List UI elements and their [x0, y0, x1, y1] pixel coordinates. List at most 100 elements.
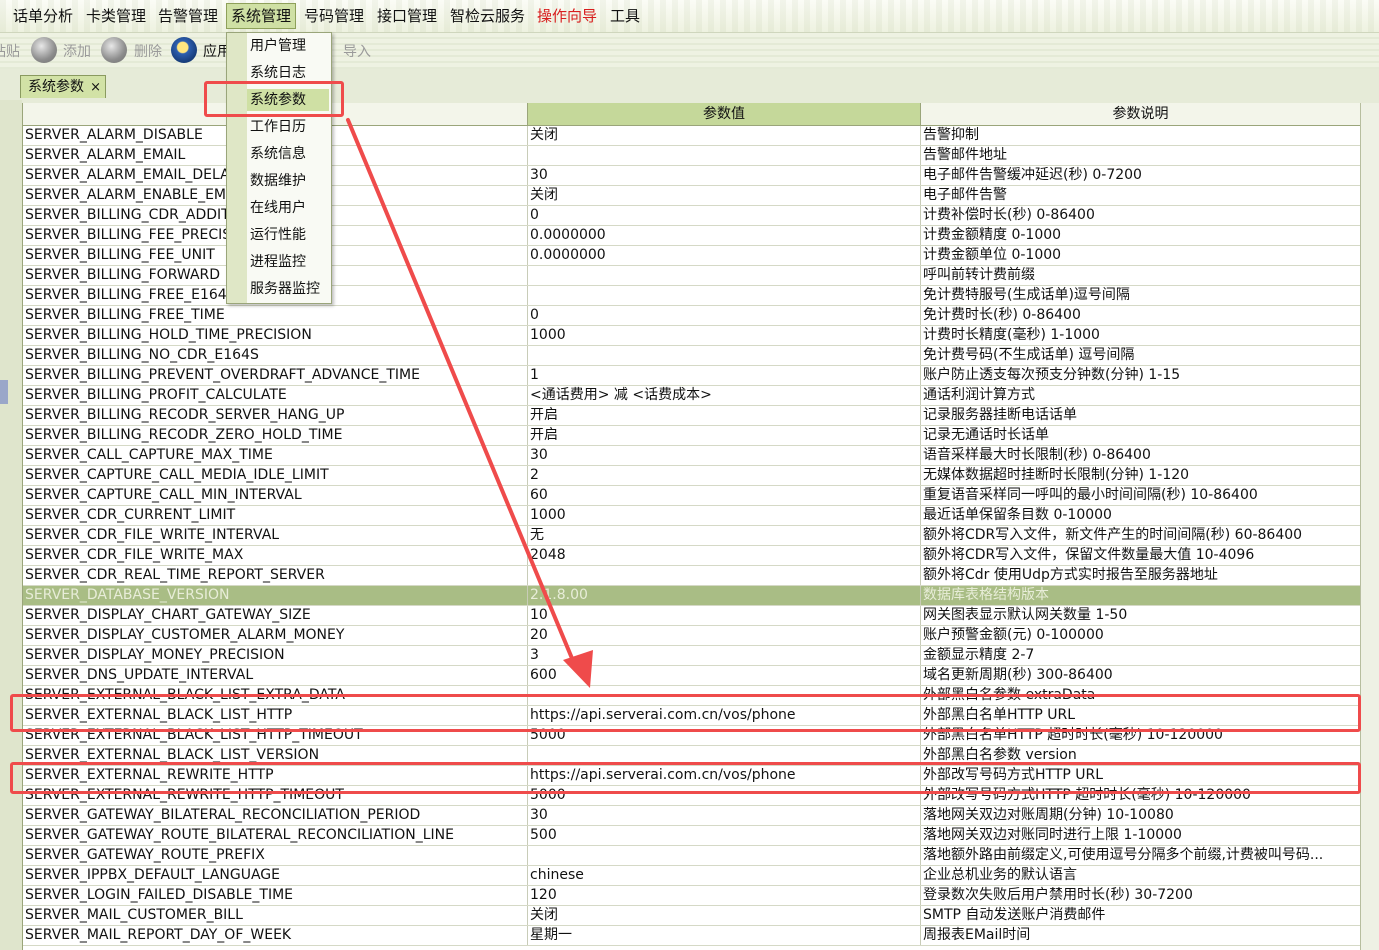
param-name-cell[interactable]: SERVER_CAPTURE_CALL_MEDIA_IDLE_LIMIT: [23, 466, 528, 485]
param-description-cell[interactable]: 电子邮件告警缓冲延迟(秒) 0-7200: [921, 166, 1361, 185]
param-description-cell[interactable]: 免计费时长(秒) 0-86400: [921, 306, 1361, 325]
table-row[interactable]: SERVER_DATABASE_VERSION 2.1.8.00 数据库表格结构版本: [23, 586, 1361, 606]
param-value-cell[interactable]: 0.0000000: [528, 226, 921, 245]
param-name-cell[interactable]: SERVER_CAPTURE_CALL_MIN_INTERVAL: [23, 486, 528, 505]
param-value-cell[interactable]: 120: [528, 886, 921, 905]
table-row[interactable]: SERVER_CAPTURE_CALL_MEDIA_IDLE_LIMIT 2 无媒体…: [23, 466, 1361, 486]
menu-cdr-analysis[interactable]: 话单分析: [9, 4, 77, 28]
header-description[interactable]: 参数说明: [921, 103, 1361, 125]
param-name-cell[interactable]: SERVER_CDR_REAL_TIME_REPORT_SERVER: [23, 566, 528, 585]
param-name-cell[interactable]: SERVER_DNS_UPDATE_INTERVAL: [23, 666, 528, 685]
param-description-cell[interactable]: 语音采样最大时长限制(秒) 0-86400: [921, 446, 1361, 465]
param-name-cell[interactable]: SERVER_GATEWAY_BILATERAL_RECONCILIATION_…: [23, 806, 528, 825]
table-row[interactable]: SERVER_DISPLAY_CUSTOMER_ALARM_MONEY 20 账户预…: [23, 626, 1361, 646]
param-value-cell[interactable]: [528, 286, 921, 305]
param-value-cell[interactable]: <通话费用> 减 <话费成本>: [528, 386, 921, 405]
param-description-cell[interactable]: 企业总机业务的默认语言: [921, 866, 1361, 885]
param-description-cell[interactable]: 计费金额精度 0-1000: [921, 226, 1361, 245]
param-value-cell[interactable]: 关闭: [528, 906, 921, 925]
tab-system-parameters[interactable]: 系统参数 ×: [20, 75, 106, 98]
param-value-cell[interactable]: 1000: [528, 326, 921, 345]
param-name-cell[interactable]: SERVER_CDR_CURRENT_LIMIT: [23, 506, 528, 525]
table-row[interactable]: SERVER_IPPBX_DEFAULT_LANGUAGE chinese 企业总机…: [23, 866, 1361, 886]
param-name-cell[interactable]: SERVER_DISPLAY_MONEY_PRECISION: [23, 646, 528, 665]
table-row[interactable]: SERVER_ALARM_EMAIL_DELAY 30 电子邮件告警缓冲延迟(秒) …: [23, 166, 1361, 186]
delete-button[interactable]: 删除: [134, 40, 162, 64]
param-value-cell[interactable]: 2: [528, 466, 921, 485]
table-row[interactable]: SERVER_ALARM_ENABLE_EMAIL 关闭 电子邮件告警: [23, 186, 1361, 206]
param-description-cell[interactable]: 账户预警金额(元) 0-100000: [921, 626, 1361, 645]
param-value-cell[interactable]: 30: [528, 806, 921, 825]
dropdown-work-calendar[interactable]: 工作日历: [250, 116, 306, 138]
param-value-cell[interactable]: [528, 566, 921, 585]
table-row[interactable]: SERVER_BILLING_CDR_ADDITION 0 计费补偿时长(秒) 0-…: [23, 206, 1361, 226]
table-row[interactable]: SERVER_MAIL_REPORT_DAY_OF_WEEK 星期一 周报表EMai…: [23, 926, 1361, 946]
param-description-cell[interactable]: 数据库表格结构版本: [921, 586, 1361, 605]
param-description-cell[interactable]: 计费金额单位 0-1000: [921, 246, 1361, 265]
param-value-cell[interactable]: 500: [528, 826, 921, 845]
add-icon[interactable]: [31, 37, 57, 63]
table-row[interactable]: SERVER_BILLING_FEE_PRECISION 0.0000000 计费金…: [23, 226, 1361, 246]
param-description-cell[interactable]: 记录无通话时长话单: [921, 426, 1361, 445]
param-description-cell[interactable]: 计费时长精度(毫秒) 1-1000: [921, 326, 1361, 345]
table-row[interactable]: SERVER_BILLING_PROFIT_CALCULATE <通话费用> 减 …: [23, 386, 1361, 406]
param-name-cell[interactable]: SERVER_LOGIN_FAILED_DISABLE_TIME: [23, 886, 528, 905]
dropdown-data-maintenance[interactable]: 数据维护: [250, 170, 306, 192]
table-row[interactable]: SERVER_BILLING_FREE_E164 免计费特服号(生成话单)逗号间隔: [23, 286, 1361, 306]
table-row[interactable]: SERVER_MAIL_CUSTOMER_BILL 关闭 SMTP 自动发送账户消费…: [23, 906, 1361, 926]
param-name-cell[interactable]: SERVER_DISPLAY_CHART_GATEWAY_SIZE: [23, 606, 528, 625]
param-name-cell[interactable]: SERVER_MAIL_REPORT_DAY_OF_WEEK: [23, 926, 528, 945]
param-description-cell[interactable]: 计费补偿时长(秒) 0-86400: [921, 206, 1361, 225]
param-value-cell[interactable]: 开启: [528, 426, 921, 445]
dropdown-user-management[interactable]: 用户管理: [250, 35, 306, 57]
table-row[interactable]: SERVER_DISPLAY_MONEY_PRECISION 3 金额显示精度 2-…: [23, 646, 1361, 666]
menu-cloud-service[interactable]: 智检云服务: [446, 4, 529, 28]
dropdown-system-info[interactable]: 系统信息: [250, 143, 306, 165]
apply-icon[interactable]: [171, 37, 197, 63]
param-name-cell[interactable]: SERVER_BILLING_PREVENT_OVERDRAFT_ADVANCE…: [23, 366, 528, 385]
table-row[interactable]: SERVER_CDR_REAL_TIME_REPORT_SERVER 额外将Cdr…: [23, 566, 1361, 586]
menu-system-management[interactable]: 系统管理: [226, 3, 297, 29]
table-row[interactable]: SERVER_BILLING_RECODR_ZERO_HOLD_TIME 开启 记录…: [23, 426, 1361, 446]
param-value-cell[interactable]: [528, 266, 921, 285]
param-value-cell[interactable]: 0: [528, 206, 921, 225]
menu-guide[interactable]: 操作向导: [533, 4, 601, 28]
param-value-cell[interactable]: [528, 846, 921, 865]
param-value-cell[interactable]: 无: [528, 526, 921, 545]
param-description-cell[interactable]: 无媒体数据超时挂断时长限制(分钟) 1-120: [921, 466, 1361, 485]
param-value-cell[interactable]: 20: [528, 626, 921, 645]
menu-tools[interactable]: 工具: [606, 4, 644, 28]
param-value-cell[interactable]: chinese: [528, 866, 921, 885]
import-button[interactable]: 导入: [343, 40, 371, 64]
table-row[interactable]: SERVER_BILLING_PREVENT_OVERDRAFT_ADVANCE…: [23, 366, 1361, 386]
param-name-cell[interactable]: SERVER_BILLING_HOLD_TIME_PRECISION: [23, 326, 528, 345]
menu-interface-management[interactable]: 接口管理: [373, 4, 441, 28]
table-row[interactable]: SERVER_DNS_UPDATE_INTERVAL 600 域名更新周期(秒) 3…: [23, 666, 1361, 686]
param-description-cell[interactable]: 周报表EMail时间: [921, 926, 1361, 945]
table-row[interactable]: SERVER_BILLING_FREE_TIME 0 免计费时长(秒) 0-8640…: [23, 306, 1361, 326]
table-row[interactable]: SERVER_CDR_FILE_WRITE_MAX 2048 额外将CDR写入文件，…: [23, 546, 1361, 566]
table-row[interactable]: SERVER_DISPLAY_CHART_GATEWAY_SIZE 10 网关图表显…: [23, 606, 1361, 626]
param-value-cell[interactable]: 600: [528, 666, 921, 685]
param-description-cell[interactable]: 落地网关双边对账周期(分钟) 10-10080: [921, 806, 1361, 825]
param-name-cell[interactable]: SERVER_BILLING_FREE_TIME: [23, 306, 528, 325]
table-row[interactable]: SERVER_CAPTURE_CALL_MIN_INTERVAL 60 重复语音采样…: [23, 486, 1361, 506]
param-description-cell[interactable]: 落地网关双边对账同时进行上限 1-10000: [921, 826, 1361, 845]
param-name-cell[interactable]: SERVER_GATEWAY_ROUTE_BILATERAL_RECONCILI…: [23, 826, 528, 845]
param-value-cell[interactable]: 开启: [528, 406, 921, 425]
table-row[interactable]: SERVER_GATEWAY_BILATERAL_RECONCILIATION_…: [23, 806, 1361, 826]
header-value[interactable]: 参数值: [528, 103, 921, 125]
param-value-cell[interactable]: 2.1.8.00: [528, 586, 921, 605]
param-description-cell[interactable]: 呼叫前转计费前缀: [921, 266, 1361, 285]
table-row[interactable]: SERVER_ALARM_EMAIL 告警邮件地址: [23, 146, 1361, 166]
param-name-cell[interactable]: SERVER_DISPLAY_CUSTOMER_ALARM_MONEY: [23, 626, 528, 645]
param-value-cell[interactable]: 1000: [528, 506, 921, 525]
param-value-cell[interactable]: 0.0000000: [528, 246, 921, 265]
param-name-cell[interactable]: SERVER_CDR_FILE_WRITE_INTERVAL: [23, 526, 528, 545]
param-description-cell[interactable]: SMTP 自动发送账户消费邮件: [921, 906, 1361, 925]
param-description-cell[interactable]: 免计费号码(不生成话单) 逗号间隔: [921, 346, 1361, 365]
menu-number-management[interactable]: 号码管理: [300, 4, 368, 28]
paste-button[interactable]: 粘贴: [0, 40, 20, 64]
table-row[interactable]: SERVER_CALL_CAPTURE_MAX_TIME 30 语音采样最大时长限制…: [23, 446, 1361, 466]
table-row[interactable]: SERVER_CDR_FILE_WRITE_INTERVAL 无额外将CDR写入文…: [23, 526, 1361, 546]
